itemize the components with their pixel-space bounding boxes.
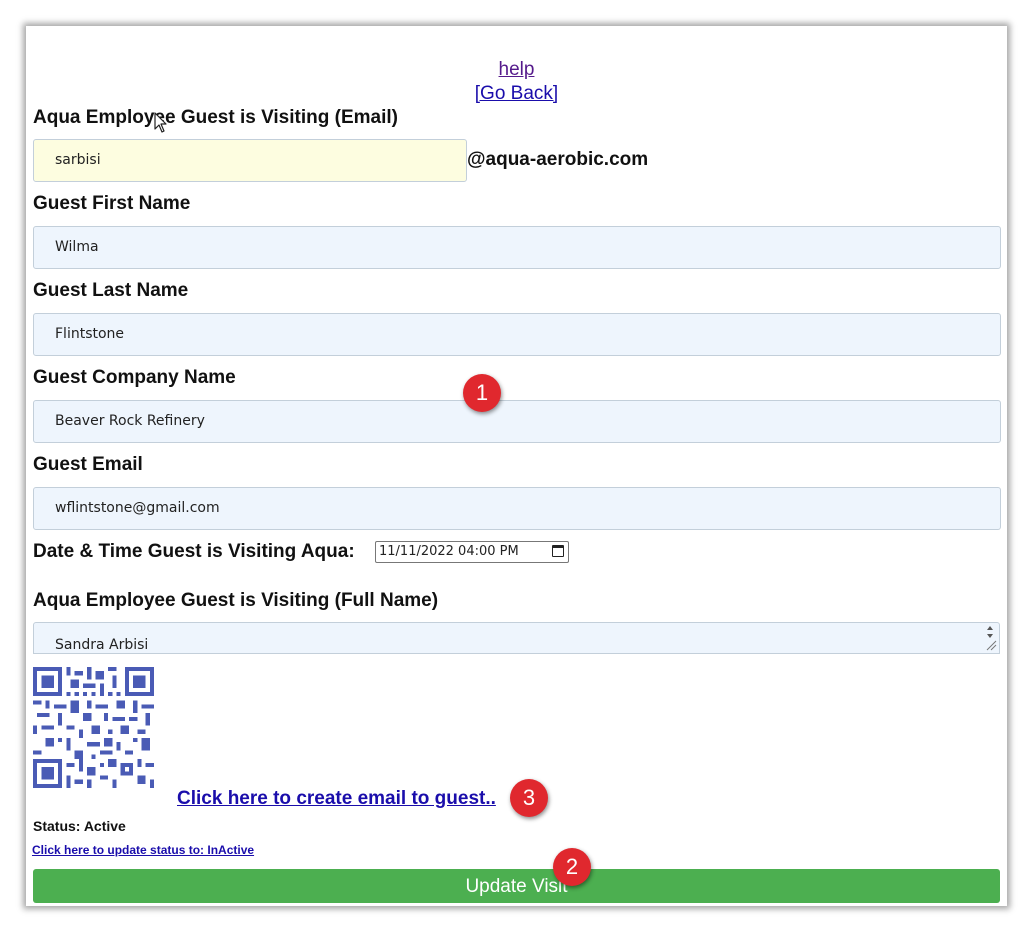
update-status-link[interactable]: Click here to update status to: InActive xyxy=(32,843,254,857)
first-name-input[interactable]: Wilma xyxy=(33,226,1001,269)
employee-email-input[interactable]: sarbisi xyxy=(33,139,467,182)
help-link[interactable]: help xyxy=(499,59,535,80)
employee-full-name-value: Sandra Arbisi xyxy=(55,637,149,653)
company-name-label: Guest Company Name xyxy=(33,367,236,388)
go-back-link[interactable]: [Go Back] xyxy=(475,83,558,104)
visit-datetime-input[interactable]: 11/11/2022 04:00 PM xyxy=(375,541,569,563)
guest-email-input[interactable]: wflintstone@gmail.com xyxy=(33,487,1001,530)
employee-email-label: Aqua Employee Guest is Visiting (Email) xyxy=(33,107,398,128)
cursor-arrow-icon xyxy=(154,112,167,133)
visit-datetime-value: 11/11/2022 04:00 PM xyxy=(379,544,519,559)
visit-datetime-label: Date & Time Guest is Visiting Aqua: xyxy=(33,541,355,562)
resize-handle-icon[interactable] xyxy=(983,625,997,651)
annotation-badge-1: 1 xyxy=(463,374,501,412)
employee-full-name-textarea[interactable]: Sandra Arbisi xyxy=(33,622,1000,654)
guest-email-label: Guest Email xyxy=(33,454,143,475)
last-name-input[interactable]: Flintstone xyxy=(33,313,1001,356)
company-name-input[interactable]: Beaver Rock Refinery xyxy=(33,400,1001,443)
qr-code xyxy=(33,667,154,788)
first-name-label: Guest First Name xyxy=(33,193,191,214)
last-name-label: Guest Last Name xyxy=(33,280,189,301)
email-domain-suffix: @aqua-aerobic.com xyxy=(467,149,649,170)
create-email-link[interactable]: Click here to create email to guest.. xyxy=(177,788,496,810)
update-visit-button[interactable]: Update Visit xyxy=(33,869,1000,903)
help-link-row: help xyxy=(26,59,1007,81)
employee-full-name-label: Aqua Employee Guest is Visiting (Full Na… xyxy=(33,590,439,611)
go-back-row: [Go Back] xyxy=(26,83,1007,105)
annotation-badge-3: 3 xyxy=(510,779,548,817)
visitor-form-window: help [Go Back] Aqua Employee Guest is Vi… xyxy=(26,26,1007,906)
annotation-badge-2: 2 xyxy=(553,848,591,886)
calendar-icon[interactable] xyxy=(552,545,564,557)
status-text: Status: Active xyxy=(33,818,126,834)
